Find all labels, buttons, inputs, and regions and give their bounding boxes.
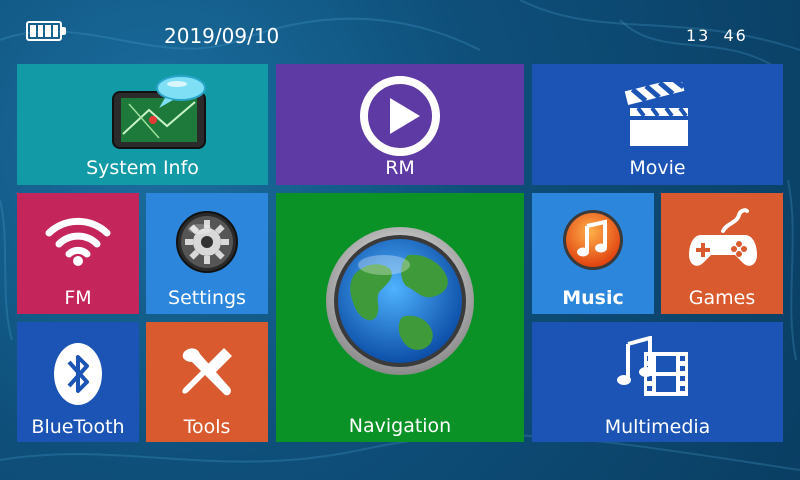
time-display: 13 46	[686, 26, 748, 45]
tile-label: RM	[385, 157, 415, 179]
gamepad-icon	[687, 207, 759, 273]
tile-label: BlueTooth	[31, 416, 125, 438]
navigation-tile[interactable]: Navigation	[276, 193, 524, 442]
gear-icon	[174, 209, 240, 275]
tile-label: Games	[688, 287, 756, 309]
play-icon	[358, 74, 442, 158]
system-info-tile[interactable]: System Info	[17, 64, 268, 185]
tile-label: Tools	[183, 416, 231, 438]
wifi-icon	[45, 215, 111, 267]
music-tile[interactable]: Music	[532, 193, 654, 314]
tile-label: Music	[562, 287, 624, 309]
tools-icon	[176, 342, 236, 402]
tile-label: Settings	[168, 287, 246, 309]
battery-full-icon	[26, 21, 66, 41]
settings-tile[interactable]: Settings	[146, 193, 268, 314]
movie-tile[interactable]: Movie	[532, 64, 783, 185]
clapperboard-icon	[624, 82, 692, 148]
status-bar: 2019/09/10 13 46	[0, 0, 800, 60]
tile-label: Movie	[629, 157, 686, 179]
bluetooth-tile[interactable]: BlueTooth	[17, 322, 139, 442]
tile-label: FM	[64, 287, 92, 309]
tile-label: Multimedia	[604, 416, 711, 438]
multimedia-icon	[616, 336, 692, 400]
tile-label: Navigation	[348, 415, 452, 437]
tools-tile[interactable]: Tools	[146, 322, 268, 442]
gps-device-icon	[109, 74, 213, 150]
multimedia-tile[interactable]: Multimedia	[532, 322, 783, 442]
fm-tile[interactable]: FM	[17, 193, 139, 314]
rm-tile[interactable]: RM	[276, 64, 524, 185]
music-note-icon	[562, 209, 624, 271]
date-display: 2019/09/10	[164, 24, 280, 48]
tile-label: System Info	[86, 157, 199, 179]
globe-icon	[324, 225, 476, 377]
bluetooth-icon	[53, 342, 103, 406]
games-tile[interactable]: Games	[661, 193, 783, 314]
